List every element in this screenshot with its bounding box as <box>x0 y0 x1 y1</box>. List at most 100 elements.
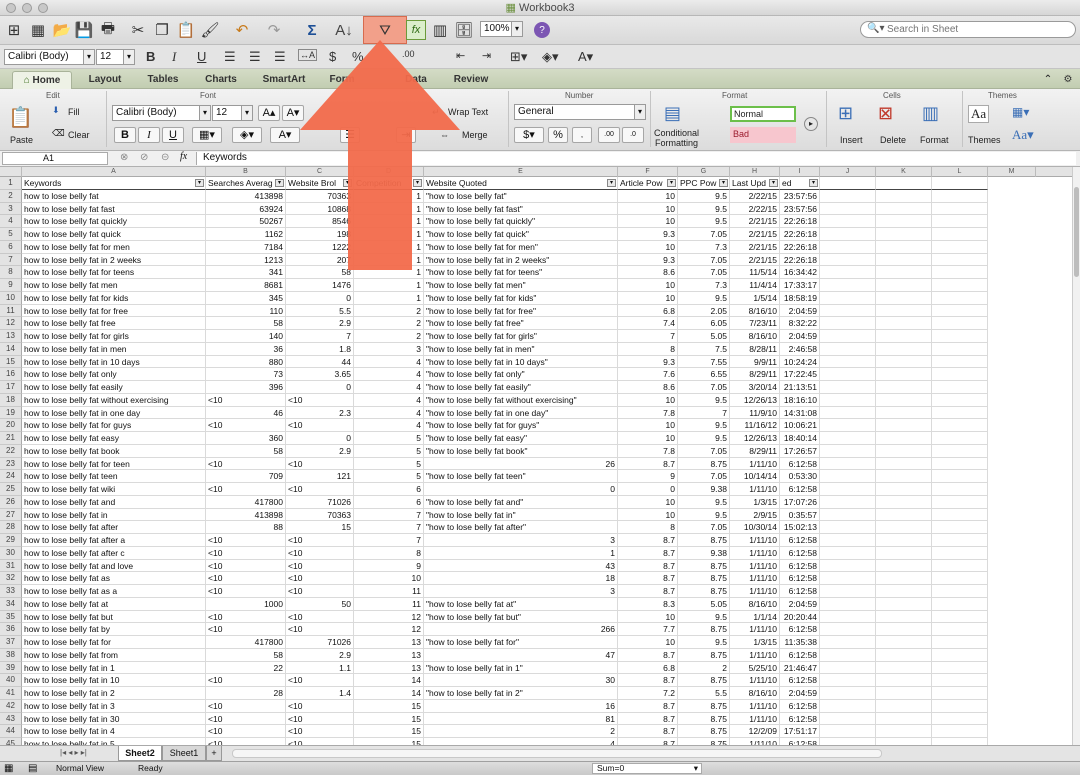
table-cell[interactable]: 8.75 <box>678 738 730 745</box>
empty-cell[interactable] <box>932 189 988 203</box>
align-left-icon[interactable]: ☰ <box>224 49 236 65</box>
font-name-field[interactable]: Calibri (Body) <box>4 49 84 65</box>
wrap-text-icon[interactable]: ↵ <box>432 107 440 118</box>
table-cell[interactable]: 9 <box>354 559 424 573</box>
table-cell[interactable]: 10/14/14 <box>730 470 780 483</box>
table-cell[interactable]: 0 <box>286 381 354 394</box>
row-number[interactable]: 33 <box>0 585 22 598</box>
table-cell[interactable]: 9.5 <box>678 419 730 432</box>
table-cell[interactable]: 2:04:59 <box>780 597 820 611</box>
table-cell[interactable]: 50267 <box>206 215 286 228</box>
row-number[interactable]: 29 <box>0 534 22 547</box>
table-cell[interactable]: 10 <box>354 572 424 585</box>
column-header-l[interactable]: L <box>932 167 988 177</box>
empty-cell[interactable] <box>820 559 876 573</box>
table-cell[interactable]: "how to lose belly fat in 10 days" <box>424 355 618 369</box>
table-cell[interactable]: "how to lose belly fat in 2 weeks" <box>424 253 618 267</box>
table-cell[interactable]: 8.7 <box>618 674 678 687</box>
redo-icon[interactable]: ↷ <box>264 20 284 40</box>
empty-cell[interactable] <box>820 291 876 305</box>
delete-label[interactable]: Delete <box>880 135 906 145</box>
table-cell[interactable]: 121 <box>286 470 354 483</box>
table-cell[interactable]: 10 <box>618 610 678 624</box>
empty-cell[interactable] <box>876 240 932 254</box>
table-cell[interactable]: 10:06:21 <box>780 419 820 432</box>
empty-cell[interactable] <box>876 342 932 356</box>
table-cell[interactable]: 9.5 <box>678 189 730 203</box>
empty-cell[interactable] <box>876 253 932 267</box>
table-cell[interactable]: 23:57:56 <box>780 189 820 203</box>
table-cell[interactable]: 2.05 <box>678 304 730 318</box>
table-cell[interactable]: 10 <box>618 202 678 216</box>
table-cell[interactable]: 4 <box>354 393 424 407</box>
merge-cells-icon[interactable]: ↔A <box>298 49 318 61</box>
table-cell[interactable]: 1/11/10 <box>730 648 780 662</box>
table-cell[interactable]: 7.7 <box>618 623 678 636</box>
table-cell[interactable]: 44 <box>286 355 354 369</box>
table-cell[interactable]: 360 <box>206 432 286 445</box>
empty-cell[interactable] <box>820 228 876 241</box>
table-cell[interactable]: 18:16:10 <box>780 393 820 407</box>
row-number[interactable]: 7 <box>0 253 22 267</box>
column-title[interactable]: Searches Averag ▾ <box>206 177 286 190</box>
empty-cell[interactable] <box>876 610 932 624</box>
table-cell[interactable]: <10 <box>206 674 286 687</box>
table-cell[interactable]: 8.6 <box>618 266 678 279</box>
column-header-h[interactable]: H <box>730 167 780 177</box>
table-cell[interactable]: <10 <box>206 725 286 738</box>
empty-cell[interactable] <box>820 215 876 228</box>
table-cell[interactable]: 3.65 <box>286 368 354 381</box>
table-cell[interactable]: <10 <box>206 623 286 636</box>
shrink-font-icon[interactable]: A▾ <box>282 105 304 121</box>
table-cell[interactable]: 22:26:18 <box>780 228 820 241</box>
empty-cell[interactable] <box>876 215 932 228</box>
undo-icon[interactable]: ↶ <box>232 20 252 40</box>
table-cell[interactable]: <10 <box>206 559 286 573</box>
function-dropdown-icon[interactable]: ⊝ <box>161 152 169 163</box>
table-cell[interactable]: 110 <box>206 304 286 318</box>
row-number[interactable]: 37 <box>0 636 22 649</box>
table-cell[interactable]: 198 <box>286 228 354 241</box>
table-cell[interactable]: 46 <box>206 406 286 420</box>
empty-cell[interactable] <box>820 368 876 381</box>
table-cell[interactable]: 6:12:58 <box>780 674 820 687</box>
empty-cell[interactable] <box>876 521 932 534</box>
table-cell[interactable]: "how to lose belly fat quickly" <box>424 215 618 228</box>
fill-color-icon[interactable]: ◈▾ <box>542 49 559 65</box>
empty-cell[interactable] <box>876 406 932 420</box>
table-cell[interactable]: 2.9 <box>286 317 354 330</box>
new-sheet-icon[interactable]: ⊞ <box>4 20 24 40</box>
empty-cell[interactable] <box>932 406 988 420</box>
column-header-g[interactable]: G <box>678 167 730 177</box>
row-number[interactable]: 10 <box>0 291 22 305</box>
empty-cell[interactable] <box>932 521 988 534</box>
copy-icon[interactable]: ❐ <box>152 20 172 40</box>
table-cell[interactable]: 6 <box>354 495 424 509</box>
table-cell[interactable]: 17:51:17 <box>780 725 820 738</box>
table-cell[interactable]: "how to lose belly fat in men" <box>424 342 618 356</box>
table-cell[interactable]: 5.05 <box>678 330 730 343</box>
table-cell[interactable]: 22:26:18 <box>780 253 820 267</box>
font-size-dropdown[interactable]: ▾ <box>123 49 135 65</box>
row-number[interactable]: 15 <box>0 355 22 369</box>
table-cell[interactable]: "how to lose belly fat for men" <box>424 240 618 254</box>
empty-cell[interactable] <box>876 432 932 445</box>
empty-cell[interactable] <box>820 699 876 713</box>
table-cell[interactable]: how to lose belly fat for free <box>22 304 206 318</box>
table-cell[interactable]: how to lose belly fat only <box>22 368 206 381</box>
table-cell[interactable]: 5.5 <box>678 687 730 700</box>
normal-view-icon[interactable]: ▦ <box>4 762 13 775</box>
number-format-dropdown[interactable]: ▾ <box>634 104 646 120</box>
row-number[interactable]: 28 <box>0 521 22 534</box>
tab-tables[interactable]: Tables <box>138 71 188 89</box>
table-cell[interactable]: 2/21/15 <box>730 215 780 228</box>
empty-cell[interactable] <box>932 381 988 394</box>
ribbon-indent-icon[interactable]: ⇥ <box>396 127 416 143</box>
select-all-corner[interactable] <box>0 167 22 177</box>
table-cell[interactable]: 17:26:57 <box>780 444 820 458</box>
row-number[interactable]: 14 <box>0 342 22 356</box>
table-cell[interactable]: 21:13:51 <box>780 381 820 394</box>
table-cell[interactable]: 8/16/10 <box>730 597 780 611</box>
paste-label[interactable]: Paste <box>10 135 33 145</box>
column-header-k[interactable]: K <box>876 167 932 177</box>
